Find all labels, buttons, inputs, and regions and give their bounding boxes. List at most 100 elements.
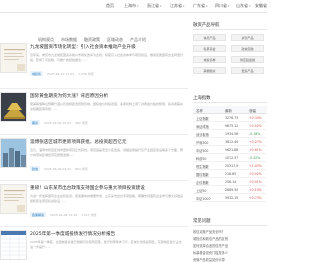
article-summary: 近年来，重庆市九龙坡区国资系统以市场化改革为主线，积极引入社会资本参与项目建设，… <box>30 53 184 62</box>
nav-label: 广东省 <box>193 3 205 8</box>
article-item[interactable]: 重磅！山东某市出台政策支持国企参与重大项目投资建设 为进一步发挥国有企业在稳投资… <box>0 184 188 224</box>
sidebar-title-faq: 常见问题 <box>193 219 211 224</box>
table-row[interactable]: 上证指数 3276.73 +0.34% <box>193 114 267 122</box>
nav-item-shandong[interactable]: 山东省▾ <box>236 3 251 9</box>
faq-link[interactable]: 资管产品收益如何计算 <box>193 257 225 262</box>
table-row[interactable]: 上证50 2689.30 +0.19% <box>193 186 267 194</box>
table-row[interactable]: 国债指数 218.65 +0.02% <box>193 170 267 178</box>
city-image-icon <box>1 139 26 167</box>
article-item[interactable]: 国际黄金期货为何大涨？背后原因分析 受美联储降息预期升温以及地缘政治局势影响，国… <box>0 92 188 132</box>
article-thumbnail[interactable] <box>0 92 27 122</box>
article-views: 1,236 浏览 <box>78 71 94 76</box>
article-summary: 2025年第一季度，全国城投债发行规模同比有所回落，发行利率整体下行，区域分化特… <box>30 240 182 249</box>
article-thumbnail[interactable] <box>0 184 27 214</box>
article-tag[interactable]: 期货 <box>30 120 41 126</box>
row-change: +0.19% <box>249 188 262 192</box>
sidebar-title-products: 融资产品导航 <box>193 23 220 28</box>
product-link[interactable]: 城投债券 <box>193 56 226 63</box>
table-row[interactable]: 恒生指数 20317.9 +1.05% <box>193 162 267 170</box>
article-summary: 为进一步发挥国有企业在稳投资、促发展中的重要作用，山东某市出台专项政策，明确支持… <box>30 194 184 203</box>
article-item[interactable]: 2025年第一季度城投债发行情况分析报告 2025年第一季度，全国城投债发行规模… <box>0 230 188 262</box>
nav-item-zhejiang[interactable]: 浙江省▾ <box>147 3 162 9</box>
column-header: 涨幅 <box>249 109 256 113</box>
article-summary: 受美联储降息预期升温以及地缘政治局势影响，国际金价持续走强，多家机构上调了对黄金… <box>30 102 184 111</box>
article-summary: 近日，淄博市张店区城市更新项目正式获批，项目涵盖老旧小区改造、基础设施提升及产业… <box>30 148 184 157</box>
table-row[interactable]: 科创50 1012.37 -0.42% <box>193 154 267 162</box>
nav-label: 浙江省 <box>147 3 159 8</box>
article-meta: 政策解读 2025-04-08 14:30 1,517 浏览 <box>30 212 97 218</box>
nav-label: 首页 <box>106 3 114 8</box>
table-row[interactable]: 深证成指 9875.12 +0.52% <box>193 122 267 130</box>
row-change: -0.42% <box>249 156 261 160</box>
article-item[interactable]: 淄博张店区城市更新项目获批，总投资超百亿元 近日，淄博市张店区城市更新项目正式获… <box>0 138 188 178</box>
row-value: 3812.40 <box>225 140 239 144</box>
row-value: 3276.73 <box>225 116 239 120</box>
nav-item-jiangsu[interactable]: 江苏省▾ <box>170 3 185 9</box>
row-change: +0.01% <box>249 180 262 184</box>
article-title[interactable]: 国际黄金期货为何大涨？背后原因分析 <box>30 93 108 99</box>
table-row[interactable]: 中证1000 5932.15 +0.73% <box>193 194 267 202</box>
nav-item-anhui[interactable]: 安徽省 <box>255 3 267 9</box>
row-value: 9875.12 <box>225 124 239 128</box>
row-name: 企债指数 <box>196 181 209 185</box>
column-header: 最新 <box>225 109 232 113</box>
top-navigation: 首页 上海市▾ 浙江省▾ 江苏省▾ 广东省▾ 四川省▾ 山东省▾ 安徽省 <box>0 0 267 13</box>
chevron-down-icon: ▾ <box>183 4 185 8</box>
article-tag[interactable]: 城投债 <box>30 71 44 77</box>
divider <box>0 180 188 181</box>
table-row[interactable]: 创业板指 1934.56 -0.18% <box>193 130 267 138</box>
chevron-down-icon: ▾ <box>160 4 162 8</box>
article-thumbnail[interactable] <box>0 230 27 260</box>
divider <box>193 225 267 226</box>
nav-item-home[interactable]: 首页 <box>106 3 114 9</box>
product-link[interactable]: 更多产品 <box>231 67 264 74</box>
article-tag[interactable]: 政策解读 <box>30 212 47 218</box>
article-title[interactable]: 九龙坡国资市场化转型：引入社会资本推动产业升级 <box>30 44 136 50</box>
table-row[interactable]: 沪深300 3812.40 +0.27% <box>193 138 267 146</box>
product-link[interactable]: 票据融资 <box>193 67 226 74</box>
divider <box>193 102 267 103</box>
nav-label: 江苏省 <box>170 3 182 8</box>
row-value: 256.14 <box>225 180 237 184</box>
article-title[interactable]: 淄博张店区城市更新项目获批，总投资超百亿元 <box>30 139 126 145</box>
row-value: 5621.88 <box>225 148 239 152</box>
nav-item-shanghai[interactable]: 上海市▾ <box>124 3 139 9</box>
row-name: 科创50 <box>196 157 207 161</box>
article-meta: 城投债 2025-04-10 11:23 1,236 浏览 <box>30 71 94 77</box>
row-name: 中证1000 <box>196 197 211 201</box>
nav-item-guangdong[interactable]: 广东省▾ <box>193 3 208 9</box>
nav-label: 上海市 <box>124 3 136 8</box>
table-row[interactable]: 中证500 5621.88 +0.61% <box>193 146 267 154</box>
article-tag[interactable]: 政信 <box>30 166 41 172</box>
product-link[interactable]: 私募基金 <box>193 45 226 52</box>
faq-link[interactable]: 如何选择合适的信托产品 <box>193 243 228 248</box>
row-change: +1.05% <box>249 164 262 168</box>
row-value: 1934.56 <box>225 132 239 136</box>
sidebar-title-index: 上海指数 <box>193 96 211 101</box>
article-title[interactable]: 2025年第一季度城投债发行情况分析报告 <box>30 231 115 237</box>
row-name: 上证指数 <box>196 117 209 121</box>
product-link[interactable]: 供应链金融 <box>231 56 264 63</box>
row-change: +0.52% <box>249 124 262 128</box>
product-link[interactable]: 信托产品 <box>193 34 226 41</box>
table-row[interactable]: 企债指数 256.14 +0.01% <box>193 178 267 186</box>
product-link[interactable]: 资管产品 <box>231 34 264 41</box>
gold-bars-image-icon <box>1 93 26 121</box>
row-name: 中证500 <box>196 149 209 153</box>
article-item[interactable]: 九龙坡国资市场化转型：引入社会资本推动产业升级 近年来，重庆市九龙坡区国资系统以… <box>0 43 188 85</box>
article-thumbnail[interactable] <box>0 43 27 73</box>
nav-item-sichuan[interactable]: 四川省▾ <box>215 3 230 9</box>
faq-link[interactable]: 政信定融产品安全吗？ <box>193 229 225 234</box>
faq-link[interactable]: 私募基金投资门槛是多少 <box>193 250 228 255</box>
product-link[interactable]: 政信定融 <box>231 45 264 52</box>
article-thumbnail[interactable] <box>0 138 27 168</box>
article-title[interactable]: 重磅！山东某市出台政策支持国企参与重大项目投资建设 <box>30 185 145 191</box>
nav-label: 山东省 <box>236 3 248 8</box>
chevron-down-icon: ▾ <box>249 4 251 8</box>
row-change: +0.02% <box>249 172 262 176</box>
document-image-icon <box>1 185 26 213</box>
divider <box>0 134 188 135</box>
article-meta: 政信 2025-04-09 09:41 864 浏览 <box>30 166 88 172</box>
faq-link[interactable]: 城投债和政信产品的区别 <box>193 236 228 241</box>
row-value: 2689.30 <box>225 188 239 192</box>
